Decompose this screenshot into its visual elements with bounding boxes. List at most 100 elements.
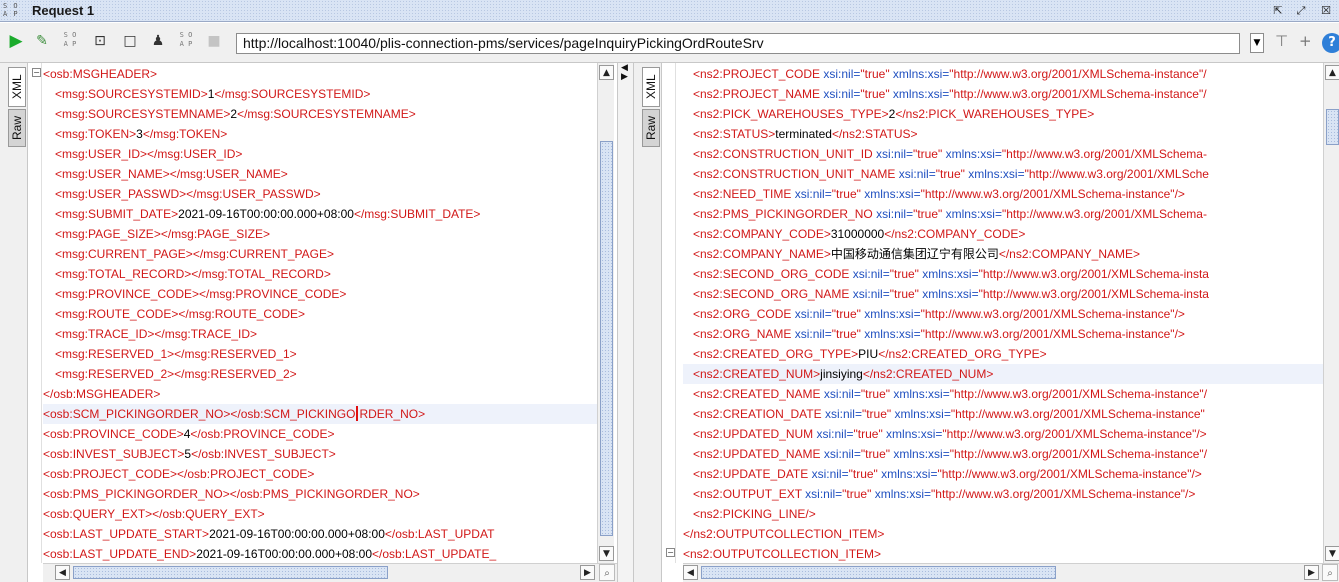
xml-line[interactable]: <ns2:ORG_CODE xsi:nil="true" xmlns:xsi="… — [683, 304, 1323, 324]
xml-line[interactable]: <ns2:CREATED_NUM>jinsiying</ns2:CREATED_… — [683, 364, 1323, 384]
create-empty-request-icon[interactable]: ✎ — [32, 31, 52, 51]
scroll-up-icon[interactable]: ▲ — [599, 65, 614, 80]
endpoint-dropdown-icon[interactable]: ▼ — [1250, 33, 1264, 53]
xml-line[interactable]: <msg:SUBMIT_DATE>2021-09-16T00:00:00.000… — [43, 204, 597, 224]
response-horizontal-scrollbar[interactable]: ◀ ▶ ⌕ — [683, 563, 1339, 582]
xml-line[interactable]: <osb:LAST_UPDATE_END>2021-09-16T00:00:00… — [43, 544, 597, 564]
xml-line[interactable]: <ns2:SECOND_ORG_NAME xsi:nil="true" xmln… — [683, 284, 1323, 304]
xml-line[interactable]: <osb:PROJECT_CODE></osb:PROJECT_CODE> — [43, 464, 597, 484]
xml-line[interactable]: <ns2:CONSTRUCTION_UNIT_ID xsi:nil="true"… — [683, 144, 1323, 164]
xml-line[interactable]: <msg:USER_ID></msg:USER_ID> — [43, 144, 597, 164]
xml-line[interactable]: <ns2:CONSTRUCTION_UNIT_NAME xsi:nil="tru… — [683, 164, 1323, 184]
response-vertical-scrollbar[interactable]: ▲ ▼ — [1323, 63, 1339, 563]
create-test-case-icon[interactable]: ♟ — [148, 31, 168, 51]
fold-toggle-icon[interactable]: − — [32, 68, 41, 77]
split-divider[interactable]: ◀ ▶ — [617, 63, 634, 582]
xml-line[interactable]: <msg:RESERVED_2></msg:RESERVED_2> — [43, 364, 597, 384]
xml-token: <ns2:CONSTRUCTION_UNIT_ID — [693, 147, 877, 161]
xml-line[interactable]: <ns2:SECOND_ORG_CODE xsi:nil="true" xmln… — [683, 264, 1323, 284]
xml-line[interactable]: <ns2:PICKING_LINE/> — [683, 504, 1323, 524]
xml-line[interactable]: <ns2:UPDATE_DATE xsi:nil="true" xmlns:xs… — [683, 464, 1323, 484]
response-tab-raw[interactable]: Raw — [642, 109, 660, 147]
xml-line[interactable]: <msg:TRACE_ID></msg:TRACE_ID> — [43, 324, 597, 344]
xml-line[interactable]: <osb:INVEST_SUBJECT>5</osb:INVEST_SUBJEC… — [43, 444, 597, 464]
cancel-request-icon[interactable]: ■ — [204, 31, 224, 51]
xml-token: xsi:nil= — [794, 187, 832, 201]
add-icon[interactable]: + — [1299, 32, 1312, 50]
xml-line[interactable]: <msg:ROUTE_CODE></msg:ROUTE_CODE> — [43, 304, 597, 324]
collapse-right-icon[interactable]: ▶ — [621, 73, 628, 82]
xml-line[interactable]: <ns2:PROJECT_NAME xsi:nil="true" xmlns:x… — [683, 84, 1323, 104]
xml-token: <msg:SOURCESYSTEMNAME> — [55, 107, 231, 121]
xml-token: 中国移动通信集团辽宁有限公司 — [830, 247, 999, 261]
submit-request-icon[interactable]: ▶ — [6, 31, 26, 51]
xml-line[interactable]: <ns2:STATUS>terminated</ns2:STATUS> — [683, 124, 1323, 144]
xml-line[interactable]: <osb:QUERY_EXT></osb:QUERY_EXT> — [43, 504, 597, 524]
help-icon[interactable]: ? — [1322, 33, 1339, 53]
zoom-icon[interactable]: ⌕ — [599, 564, 615, 581]
xml-line[interactable]: <ns2:CREATION_DATE xsi:nil="true" xmlns:… — [683, 404, 1323, 424]
detach-icon[interactable]: ⇱ — [1270, 3, 1286, 19]
xml-line[interactable]: <ns2:PROJECT_CODE xsi:nil="true" xmlns:x… — [683, 64, 1323, 84]
xml-line[interactable]: </ns2:OUTPUTCOLLECTION_ITEM> — [683, 524, 1323, 544]
xml-line[interactable]: <msg:RESERVED_1></msg:RESERVED_1> — [43, 344, 597, 364]
scroll-thumb-h[interactable] — [73, 566, 388, 579]
xml-line[interactable]: <ns2:PICK_WAREHOUSES_TYPE>2</ns2:PICK_WA… — [683, 104, 1323, 124]
scroll-down-icon[interactable]: ▼ — [1325, 546, 1339, 561]
xml-line[interactable]: <msg:TOKEN>3</msg:TOKEN> — [43, 124, 597, 144]
xml-line[interactable]: <ns2:OUTPUTCOLLECTION_ITEM> — [683, 544, 1323, 564]
xml-line[interactable]: <msg:SOURCESYSTEMNAME>2</msg:SOURCESYSTE… — [43, 104, 597, 124]
endpoint-url-input[interactable]: http://localhost:10040/plis-connection-p… — [236, 33, 1240, 54]
scroll-thumb-h[interactable] — [701, 566, 1056, 579]
request-horizontal-scrollbar[interactable]: ◀ ▶ ⌕ — [43, 563, 617, 582]
xml-line[interactable]: <ns2:UPDATED_NAME xsi:nil="true" xmlns:x… — [683, 444, 1323, 464]
soap-options-icon[interactable]: S OA P — [60, 31, 80, 51]
request-xml-editor[interactable]: <osb:MSGHEADER> <msg:SOURCESYSTEMID>1</ms… — [43, 64, 597, 564]
xml-token: 3 — [136, 127, 143, 141]
request-tab-xml[interactable]: XML — [8, 67, 26, 107]
close-icon[interactable]: ☒ — [1318, 3, 1334, 19]
filter-icon[interactable]: ⊤ — [1275, 32, 1288, 50]
scroll-thumb[interactable] — [600, 141, 613, 536]
maximize-icon[interactable]: ⤢ — [1293, 3, 1309, 19]
response-tab-xml[interactable]: XML — [642, 67, 660, 107]
xml-line[interactable]: <ns2:NEED_TIME xsi:nil="true" xmlns:xsi=… — [683, 184, 1323, 204]
request-vertical-scrollbar[interactable]: ▲ ▼ — [597, 63, 614, 563]
xml-line[interactable]: <msg:USER_NAME></msg:USER_NAME> — [43, 164, 597, 184]
xml-line[interactable]: <msg:CURRENT_PAGE></msg:CURRENT_PAGE> — [43, 244, 597, 264]
response-xml-viewer[interactable]: <ns2:PROJECT_CODE xsi:nil="true" xmlns:x… — [683, 64, 1323, 564]
xml-line[interactable]: </osb:MSGHEADER> — [43, 384, 597, 404]
scroll-right-icon[interactable]: ▶ — [580, 565, 595, 580]
xml-line[interactable]: <osb:MSGHEADER> — [43, 64, 597, 84]
zoom-icon[interactable]: ⌕ — [1322, 564, 1338, 581]
xml-line[interactable]: <ns2:CREATED_NAME xsi:nil="true" xmlns:x… — [683, 384, 1323, 404]
scroll-left-icon[interactable]: ◀ — [55, 565, 70, 580]
xml-line[interactable]: <osb:PMS_PICKINGORDER_NO></osb:PMS_PICKI… — [43, 484, 597, 504]
xml-line[interactable]: <ns2:UPDATED_NUM xsi:nil="true" xmlns:xs… — [683, 424, 1323, 444]
xml-line[interactable]: <msg:PROVINCE_CODE></msg:PROVINCE_CODE> — [43, 284, 597, 304]
xml-line[interactable]: <msg:SOURCESYSTEMID>1</msg:SOURCESYSTEMI… — [43, 84, 597, 104]
xml-line[interactable]: <ns2:OUTPUT_EXT xsi:nil="true" xmlns:xsi… — [683, 484, 1323, 504]
xml-line[interactable]: <osb:LAST_UPDATE_START>2021-09-16T00:00:… — [43, 524, 597, 544]
clone-request-icon[interactable]: ⊡ — [90, 31, 110, 51]
scroll-thumb[interactable] — [1326, 109, 1339, 145]
xml-line[interactable]: <msg:PAGE_SIZE></msg:PAGE_SIZE> — [43, 224, 597, 244]
xml-line[interactable]: <osb:PROVINCE_CODE>4</osb:PROVINCE_CODE> — [43, 424, 597, 444]
xml-line[interactable]: <ns2:COMPANY_NAME>中国移动通信集团辽宁有限公司</ns2:CO… — [683, 244, 1323, 264]
xml-line[interactable]: <msg:USER_PASSWD></msg:USER_PASSWD> — [43, 184, 597, 204]
scroll-down-icon[interactable]: ▼ — [599, 546, 614, 561]
wss-icon[interactable]: S OA P — [176, 31, 196, 51]
xml-line[interactable]: <ns2:ORG_NAME xsi:nil="true" xmlns:xsi="… — [683, 324, 1323, 344]
xml-line[interactable]: <ns2:PMS_PICKINGORDER_NO xsi:nil="true" … — [683, 204, 1323, 224]
maximize-editor-icon[interactable]: □ — [120, 31, 140, 51]
scroll-left-icon[interactable]: ◀ — [683, 565, 698, 580]
scroll-right-icon[interactable]: ▶ — [1304, 565, 1319, 580]
request-tab-raw[interactable]: Raw — [8, 109, 26, 147]
fold-toggle-icon[interactable]: − — [666, 548, 675, 557]
xml-token: xmlns:xsi= — [945, 207, 1002, 221]
xml-line[interactable]: <msg:TOTAL_RECORD></msg:TOTAL_RECORD> — [43, 264, 597, 284]
scroll-up-icon[interactable]: ▲ — [1325, 65, 1339, 80]
xml-line[interactable]: <ns2:CREATED_ORG_TYPE>PIU</ns2:CREATED_O… — [683, 344, 1323, 364]
xml-line[interactable]: <ns2:COMPANY_CODE>31000000</ns2:COMPANY_… — [683, 224, 1323, 244]
xml-line[interactable]: <osb:SCM_PICKINGORDER_NO></osb:SCM_PICKI… — [43, 404, 597, 424]
